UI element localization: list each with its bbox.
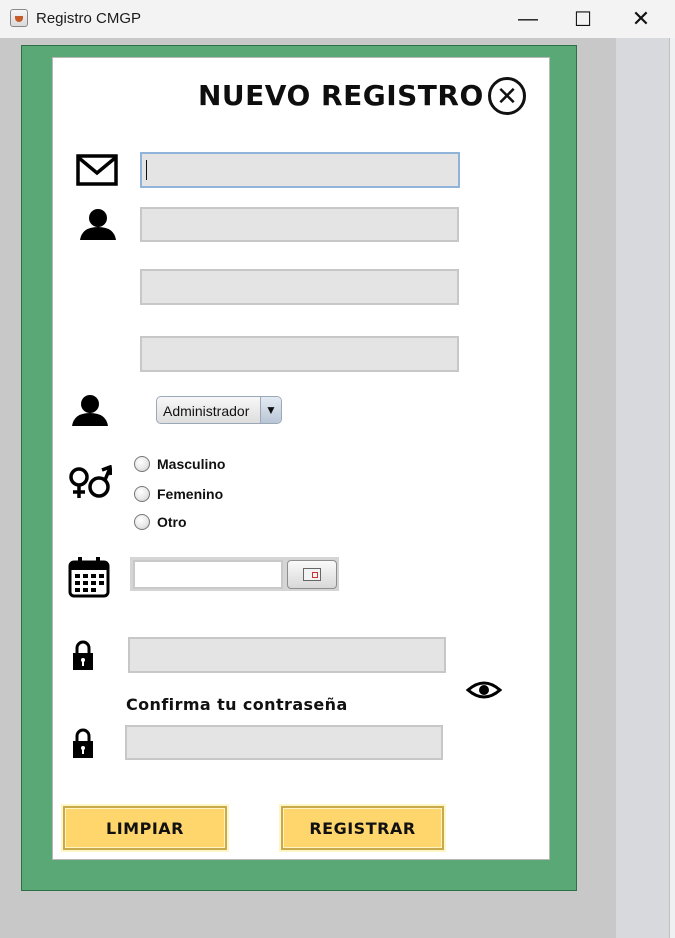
name-field[interactable] [140, 207, 459, 242]
radio-otro[interactable]: Otro [134, 514, 187, 530]
calendar-icon [303, 568, 321, 581]
user-icon [71, 394, 109, 426]
eye-icon[interactable] [466, 679, 502, 701]
second-surname-field[interactable] [140, 336, 459, 372]
java-app-icon [10, 9, 28, 27]
role-select[interactable]: Administrador ▼ [156, 396, 282, 424]
clear-button[interactable]: LIMPIAR [63, 806, 227, 850]
radio-label: Femenino [157, 486, 224, 502]
radio-masculino[interactable]: Masculino [134, 456, 225, 472]
radio-button[interactable] [134, 456, 150, 472]
confirm-password-label: Confirma tu contraseña [126, 695, 348, 714]
date-field[interactable] [133, 560, 283, 589]
maximize-button[interactable]: ☐ [560, 4, 606, 34]
surname-field[interactable] [140, 269, 459, 305]
email-field[interactable] [140, 152, 460, 188]
minimize-button[interactable]: — [505, 4, 551, 34]
radio-femenino[interactable]: Femenino [134, 486, 223, 502]
password-field[interactable] [128, 637, 446, 673]
close-window-button[interactable]: ✕ [618, 4, 664, 34]
radio-button[interactable] [134, 514, 150, 530]
envelope-icon [76, 154, 118, 186]
calendar-icon [68, 556, 110, 598]
register-button[interactable]: REGISTRAR [281, 806, 444, 850]
date-picker-button[interactable] [287, 560, 337, 589]
user-icon [79, 208, 117, 240]
close-circle-icon[interactable]: ✕ [488, 77, 526, 115]
confirm-password-field[interactable] [125, 725, 443, 760]
window-title: Registro CMGP [36, 10, 142, 27]
radio-label: Otro [157, 514, 187, 530]
page-title: NUEVO REGISTRO [198, 79, 484, 112]
window-scroll-edge [669, 38, 675, 938]
lock-icon [72, 727, 94, 759]
radio-label: Masculino [157, 456, 226, 472]
text-cursor [146, 160, 147, 180]
radio-button[interactable] [134, 486, 150, 502]
lock-icon [72, 639, 94, 671]
role-selected-value: Administrador [163, 403, 250, 419]
chevron-down-icon[interactable]: ▼ [260, 397, 281, 423]
gender-icon [68, 465, 112, 501]
side-panel [616, 38, 675, 938]
